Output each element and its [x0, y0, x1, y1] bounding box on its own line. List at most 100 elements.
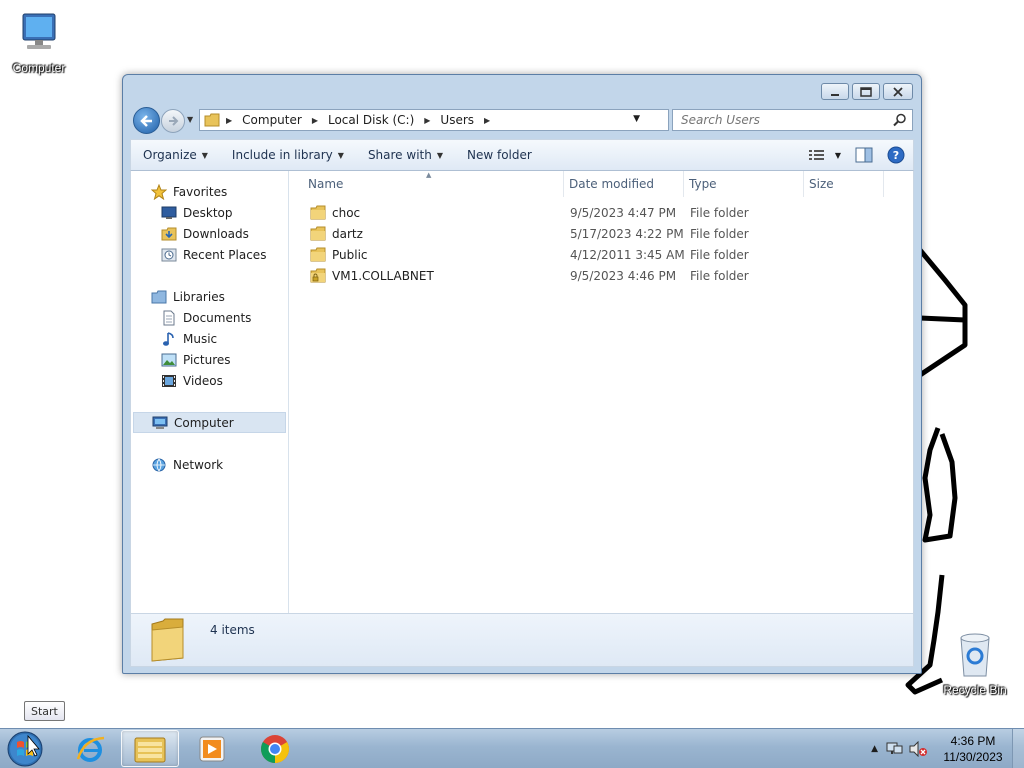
breadcrumb-separator[interactable]: ▶	[418, 116, 436, 125]
minimize-icon	[831, 93, 839, 96]
chevron-down-icon: ▼	[337, 150, 344, 160]
recent-pages-dropdown[interactable]: ▼	[187, 115, 193, 124]
column-label: Size	[809, 177, 834, 191]
nav-music[interactable]: Music	[131, 328, 288, 349]
nav-favorites[interactable]: Favorites	[131, 181, 288, 202]
volume-muted-icon[interactable]	[908, 741, 928, 757]
libraries-icon	[151, 289, 167, 305]
include-in-library-label: Include in library	[231, 148, 333, 162]
nav-pictures[interactable]: Pictures	[131, 349, 288, 370]
breadcrumb-users[interactable]: Users	[436, 113, 478, 127]
clock[interactable]: 4:36 PM 11/30/2023	[934, 733, 1012, 765]
pictures-icon	[161, 352, 177, 368]
file-row[interactable]: dartz 5/17/2023 4:22 PM File folder	[290, 223, 809, 244]
clock-date: 11/30/2023	[943, 750, 1003, 764]
column-header-size[interactable]: Size	[804, 171, 884, 197]
breadcrumb-separator[interactable]: ▶	[478, 116, 496, 125]
system-tray: ▲ 4:36 PM 11/30/2023	[871, 729, 1024, 768]
nav-downloads[interactable]: Downloads	[131, 223, 288, 244]
address-dropdown-icon[interactable]: ▼	[633, 114, 640, 124]
view-options-button[interactable]: ▼	[808, 149, 841, 161]
start-tooltip: Start	[24, 701, 65, 721]
start-button[interactable]	[5, 730, 45, 768]
navigation-pane[interactable]: Favorites Desktop Downloads Recent Place…	[131, 171, 289, 613]
nav-label: Network	[173, 457, 224, 472]
nav-documents[interactable]: Documents	[131, 307, 288, 328]
desktop-icon-computer[interactable]: Computer	[4, 8, 74, 75]
title-bar[interactable]	[123, 75, 921, 105]
taskbar-internet-explorer[interactable]	[61, 730, 119, 767]
show-desktop-button[interactable]	[1012, 729, 1024, 768]
maximize-icon	[860, 86, 872, 97]
address-bar[interactable]: ▶ Computer ▶ Local Disk (C:) ▶ Users ▶ ▼	[199, 109, 669, 131]
preview-pane-icon[interactable]	[855, 147, 873, 163]
search-input[interactable]	[681, 113, 881, 127]
nav-recent-places[interactable]: Recent Places	[131, 244, 288, 265]
file-list[interactable]: Name ▲ Date modified Type Size choc 9/5/2…	[290, 171, 913, 613]
share-with-button[interactable]: Share with ▼	[356, 148, 455, 162]
nav-computer[interactable]: Computer	[133, 412, 286, 433]
back-button[interactable]	[133, 107, 160, 134]
folder-icon	[151, 618, 184, 662]
folder-icon	[310, 226, 326, 241]
share-with-label: Share with	[367, 148, 432, 162]
navigation-bar: ▼ ▶ Computer ▶ Local Disk (C:) ▶ Users ▶…	[131, 107, 913, 134]
item-count: 4 items	[210, 623, 255, 637]
file-name: choc	[332, 205, 361, 220]
show-hidden-icons-button[interactable]: ▲	[871, 744, 878, 754]
file-row[interactable]: choc 9/5/2023 4:47 PM File folder	[290, 202, 809, 223]
windows-logo-icon	[7, 731, 43, 767]
file-date: 9/5/2023 4:47 PM	[570, 205, 677, 220]
search-icon[interactable]	[893, 113, 907, 127]
column-header-type[interactable]: Type	[684, 171, 804, 197]
nav-network[interactable]: Network	[131, 454, 288, 475]
network-icon	[151, 457, 167, 473]
file-type: File folder	[690, 268, 749, 283]
nav-videos[interactable]: Videos	[131, 370, 288, 391]
organize-button[interactable]: Organize ▼	[131, 148, 220, 162]
nav-label: Pictures	[183, 352, 231, 367]
internet-explorer-icon	[76, 736, 105, 762]
breadcrumb-computer[interactable]: Computer	[238, 113, 306, 127]
network-status-icon[interactable]	[886, 741, 904, 757]
svg-text:?: ?	[893, 149, 899, 162]
search-box[interactable]	[672, 109, 913, 131]
breadcrumb-separator[interactable]: ▶	[220, 116, 238, 125]
column-header-name[interactable]: Name ▲	[290, 171, 564, 197]
file-date: 5/17/2023 4:22 PM	[570, 226, 684, 241]
desktop-icon-label: Computer	[12, 61, 66, 75]
forward-button[interactable]	[161, 109, 185, 133]
help-icon[interactable]: ?	[887, 146, 905, 164]
column-header-date-modified[interactable]: Date modified	[564, 171, 684, 197]
taskbar-windows-explorer[interactable]	[121, 730, 179, 767]
taskbar-media-player[interactable]	[183, 730, 241, 767]
videos-icon	[161, 373, 177, 389]
media-player-icon	[199, 736, 225, 761]
nav-label: Music	[183, 331, 218, 346]
taskbar-chrome[interactable]	[246, 730, 304, 767]
breadcrumb-local-disk[interactable]: Local Disk (C:)	[324, 113, 418, 127]
file-row[interactable]: VM1.COLLABNET 9/5/2023 4:46 PM File fold…	[290, 265, 809, 286]
computer-icon	[152, 415, 168, 431]
nav-desktop[interactable]: Desktop	[131, 202, 288, 223]
chevron-down-icon: ▼	[834, 150, 841, 160]
details-view-icon	[808, 150, 824, 160]
maximize-button[interactable]	[852, 83, 880, 100]
file-name: dartz	[332, 226, 363, 241]
close-icon	[893, 86, 903, 97]
nav-label: Downloads	[183, 226, 249, 241]
nav-label: Videos	[183, 373, 223, 388]
nav-libraries[interactable]: Libraries	[131, 286, 288, 307]
star-icon	[151, 183, 167, 200]
command-bar: Organize ▼ Include in library ▼ Share with…	[130, 139, 914, 171]
breadcrumb-separator[interactable]: ▶	[306, 116, 324, 125]
explorer-window: ▼ ▶ Computer ▶ Local Disk (C:) ▶ Users ▶…	[122, 74, 922, 674]
close-button[interactable]	[883, 83, 913, 100]
details-pane: 4 items	[130, 613, 914, 667]
chrome-icon	[261, 734, 289, 763]
minimize-button[interactable]	[821, 83, 849, 100]
new-folder-button[interactable]: New folder	[455, 148, 544, 162]
file-row[interactable]: Public 4/12/2011 3:45 AM File folder	[290, 244, 809, 265]
locked-folder-icon	[310, 268, 326, 283]
include-in-library-button[interactable]: Include in library ▼	[220, 148, 356, 162]
